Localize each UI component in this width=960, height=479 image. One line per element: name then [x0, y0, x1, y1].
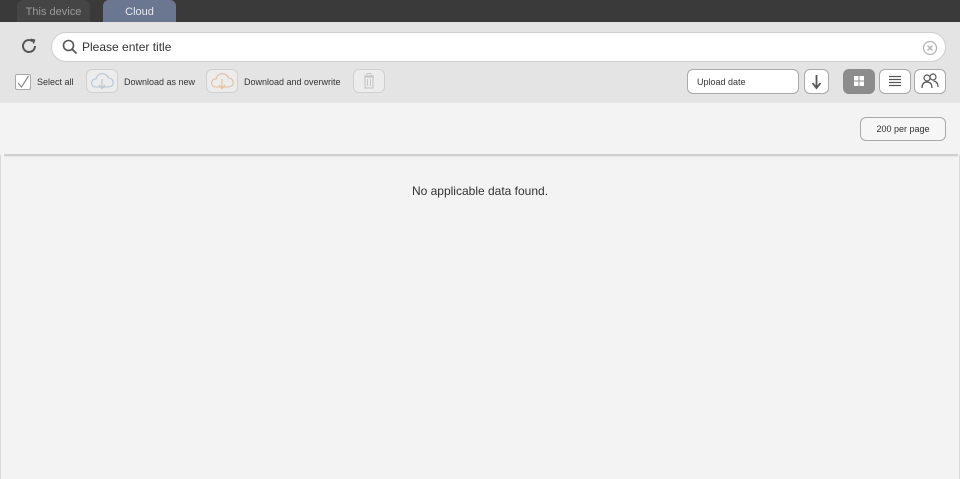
people-icon [921, 73, 939, 89]
search-bar [51, 32, 946, 62]
tab-cloud[interactable]: Cloud [103, 0, 176, 22]
download-and-overwrite-button[interactable] [206, 69, 238, 93]
left-border [0, 103, 1, 479]
select-all-checkbox[interactable] [15, 74, 31, 90]
divider [4, 154, 958, 157]
trash-icon [364, 73, 374, 89]
grid-view-icon [854, 76, 864, 86]
cloud-download-icon [90, 73, 114, 90]
list-view-button[interactable] [879, 69, 911, 94]
delete-button[interactable] [353, 69, 385, 93]
toolbar: Select all Download as new Download and … [0, 22, 960, 103]
sort-descending-icon [811, 75, 822, 90]
per-page-select[interactable]: 200 per page [860, 117, 946, 141]
clear-icon[interactable] [922, 40, 938, 56]
tab-bar: This device Cloud [0, 0, 960, 22]
sort-direction-button[interactable] [804, 69, 829, 94]
select-all-label: Select all [37, 77, 74, 87]
sort-by-select[interactable]: Upload date [687, 69, 799, 94]
empty-state-message: No applicable data found. [411, 184, 549, 198]
download-and-overwrite-label: Download and overwrite [244, 77, 341, 87]
download-as-new-label: Download as new [124, 77, 196, 87]
tab-this-device[interactable]: This device [17, 0, 90, 22]
paging-bar: 200 per page [0, 103, 960, 155]
people-view-button[interactable] [914, 69, 946, 94]
search-input[interactable] [82, 38, 902, 56]
search-icon [62, 39, 78, 55]
cloud-download-icon [210, 73, 234, 90]
list-view-icon [889, 75, 901, 87]
grid-view-button[interactable] [843, 69, 875, 94]
refresh-icon[interactable] [18, 35, 40, 57]
download-as-new-button[interactable] [86, 69, 118, 93]
